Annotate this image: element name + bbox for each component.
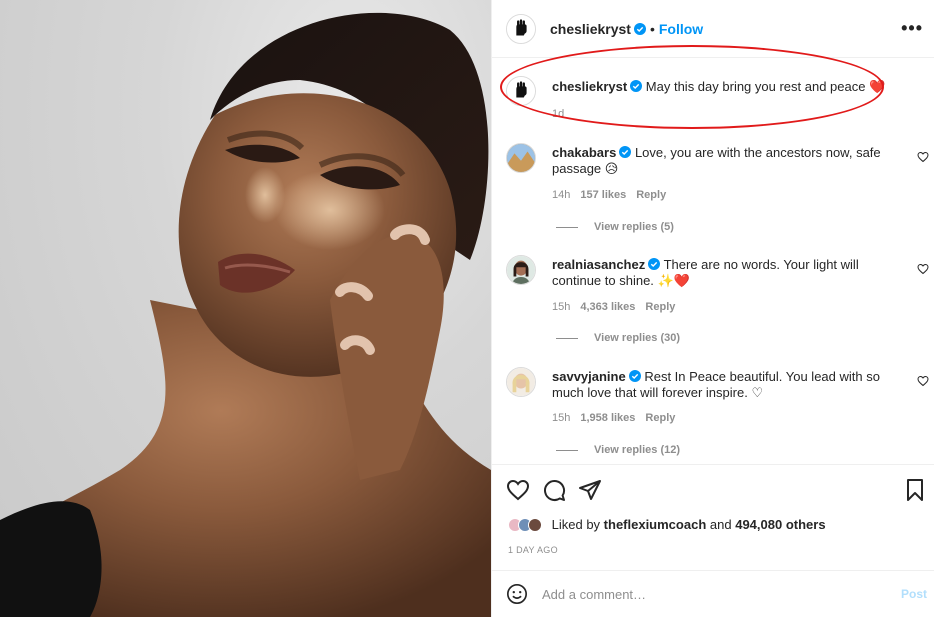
caption-avatar[interactable] (506, 76, 536, 106)
comment-like-heart-icon[interactable] (917, 375, 929, 387)
heart-icon[interactable] (506, 478, 530, 502)
separator-dot: • (649, 21, 655, 37)
caption-meta: 1d (552, 108, 574, 120)
follow-button[interactable]: Follow (659, 21, 703, 37)
caption-username[interactable]: chesliekryst (552, 79, 627, 94)
comment-meta: 15h 1,958 likes Reply (552, 412, 685, 424)
verified-badge-icon (628, 370, 641, 382)
add-comment-bar: Post (492, 570, 934, 617)
reply-button[interactable]: Reply (645, 412, 675, 424)
caption-time[interactable]: 1d (552, 108, 564, 120)
comment-like-heart-icon[interactable] (917, 151, 929, 163)
comment-likes[interactable]: 1,958 likes (580, 412, 635, 424)
post-time-ago[interactable]: 1 DAY AGO (508, 545, 558, 555)
post-actions: Liked by theflexiumcoach and 494,080 oth… (492, 464, 934, 570)
commenter-avatar[interactable] (506, 143, 536, 173)
commenter-avatar[interactable] (506, 255, 536, 285)
raised-fist-icon (507, 77, 535, 105)
caption-text: May this day bring you rest and peace (645, 79, 866, 94)
comment-likes[interactable]: 4,363 likes (580, 301, 635, 313)
post-header: chesliekryst • Follow ••• (492, 0, 934, 58)
post-side-panel: chesliekryst • Follow ••• chesliekryst May… (491, 0, 934, 617)
comment-username[interactable]: savvyjanine (552, 369, 626, 384)
comment-meta: 15h 4,363 likes Reply (552, 301, 685, 313)
comment-body: savvyjanine Rest In Peace beautiful. You… (552, 369, 907, 401)
avatar-image (507, 368, 535, 396)
view-replies-button[interactable]: View replies (12) (556, 444, 680, 456)
comment-username[interactable]: realniasanchez (552, 257, 645, 272)
comment-emoji: ♡ (751, 385, 764, 400)
view-replies-button[interactable]: View replies (30) (556, 332, 680, 344)
owner-username[interactable]: chesliekryst (550, 21, 631, 37)
view-replies-label: View replies (5) (594, 221, 674, 233)
portrait-illustration (0, 12, 491, 617)
comment-like-heart-icon[interactable] (917, 263, 929, 275)
replies-line (556, 337, 578, 339)
verified-badge-icon (630, 80, 643, 92)
caption-body: chesliekryst May this day bring you rest… (552, 79, 907, 95)
smiley-icon[interactable] (506, 583, 528, 605)
post-comment-button[interactable]: Post (901, 587, 927, 601)
comment-input[interactable] (542, 583, 882, 605)
commenter-avatar[interactable] (506, 367, 536, 397)
view-replies-label: View replies (12) (594, 444, 681, 456)
liker-avatar (528, 518, 542, 532)
liked-by-middle: and (709, 517, 732, 532)
bookmark-icon[interactable] (903, 478, 927, 502)
owner-avatar[interactable] (506, 14, 536, 44)
comment-icon[interactable] (542, 478, 566, 502)
comment-time[interactable]: 15h (552, 301, 570, 313)
likes-summary[interactable]: Liked by theflexiumcoach and 494,080 oth… (508, 517, 826, 532)
liked-by-user[interactable]: theflexiumcoach (604, 517, 707, 532)
comment-body: chakabars Love, you are with the ancesto… (552, 145, 907, 177)
comment-meta: 14h 157 likes Reply (552, 189, 676, 201)
view-replies-button[interactable]: View replies (5) (556, 221, 674, 233)
comment-body: realniasanchez There are no words. Your … (552, 257, 907, 289)
verified-badge-icon (633, 23, 646, 35)
comment-likes[interactable]: 157 likes (580, 189, 626, 201)
avatar-image (507, 144, 535, 172)
replies-line (556, 226, 578, 228)
verified-badge-icon (648, 258, 661, 270)
more-options-icon[interactable]: ••• (901, 18, 923, 39)
liked-by-count[interactable]: 494,080 others (735, 517, 825, 532)
comment-time[interactable]: 14h (552, 189, 570, 201)
comment-emoji: 😥 (604, 161, 619, 176)
comment-time[interactable]: 15h (552, 412, 570, 424)
reply-button[interactable]: Reply (645, 301, 675, 313)
share-icon[interactable] (578, 478, 602, 502)
view-replies-label: View replies (30) (594, 332, 681, 344)
verified-badge-icon (619, 146, 632, 158)
raised-fist-icon (507, 15, 535, 43)
caption-emoji: ❤️ (869, 79, 886, 94)
replies-line (556, 449, 578, 451)
comment-username[interactable]: chakabars (552, 145, 616, 160)
comment-emoji: ✨❤️ (657, 273, 690, 288)
liked-by-prefix: Liked by (551, 517, 601, 532)
avatar-image (507, 256, 535, 284)
reply-button[interactable]: Reply (636, 189, 666, 201)
post-photo[interactable] (0, 0, 491, 617)
